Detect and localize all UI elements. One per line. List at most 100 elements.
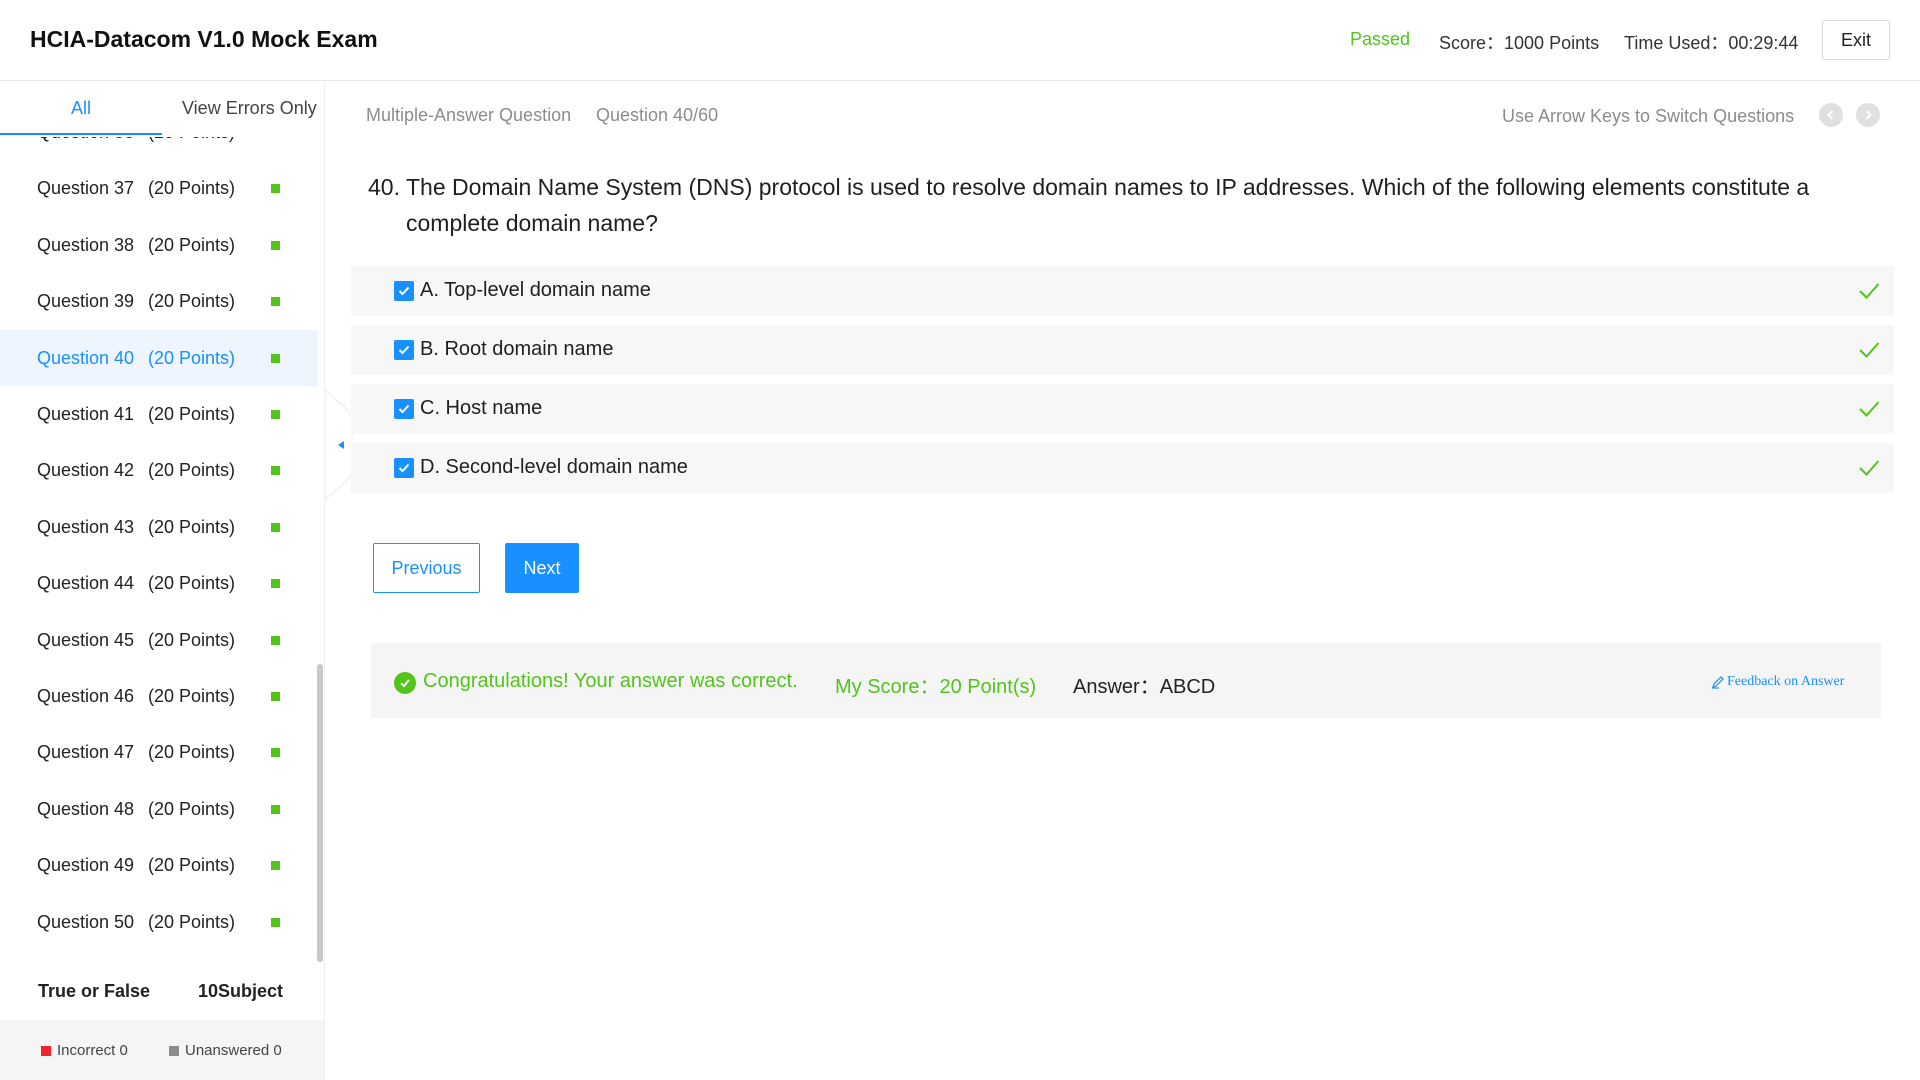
status-correct-icon <box>271 240 280 250</box>
question-nav-points: (20 Points) <box>148 798 236 819</box>
next-button[interactable]: Next <box>505 543 579 593</box>
option-label: C. Host name <box>420 397 543 419</box>
section-count: 10Subject <box>198 981 284 1001</box>
question-navigator: Question 36(20 Points)Question 37(20 Poi… <box>0 81 325 1080</box>
question-nav-number: Question 37 <box>37 178 135 199</box>
status-correct-icon <box>271 579 280 589</box>
question-progress: Question 40/60 <box>596 105 719 125</box>
previous-button[interactable]: Previous <box>373 543 480 593</box>
question-nav-item[interactable]: Question 40 (20 Points) <box>0 329 318 386</box>
status-correct-icon <box>271 748 280 758</box>
section-title: True or False <box>38 981 151 1001</box>
question-nav-item[interactable]: Question 44 (20 Points) <box>0 555 318 611</box>
status-correct-icon <box>271 861 280 871</box>
status-legend: Incorrect 0 Unanswered 0 <box>0 1020 324 1080</box>
chevron-left-icon <box>1827 110 1834 120</box>
status-correct-icon <box>271 410 280 419</box>
status-correct-icon <box>271 297 280 307</box>
unanswered-swatch-icon <box>169 1045 179 1056</box>
question-nav-number: Question 40 <box>37 347 135 368</box>
exam-title: HCIA-Datacom V1.0 Mock Exam <box>30 26 378 52</box>
question-nav-item[interactable]: Question 37 (20 Points) <box>0 160 318 216</box>
question-type: Multiple-Answer Question <box>366 105 572 125</box>
question-nav-points: (20 Points) <box>148 460 236 481</box>
question-nav-points: (20 Points) <box>148 629 236 650</box>
my-score: My Score：20 Point(s) <box>835 676 1037 698</box>
question-nav-number: Question 49 <box>37 855 135 876</box>
question-nav-item[interactable]: Question 41 (20 Points) <box>0 386 318 442</box>
question-nav-points: (20 Points) <box>148 291 236 312</box>
check-circle-icon <box>394 672 416 694</box>
next-question-arrow[interactable] <box>1856 103 1880 127</box>
check-icon <box>1859 401 1880 417</box>
question-nav-number: Question 38 <box>37 234 135 255</box>
question-number: 40. <box>368 174 400 200</box>
edit-icon <box>1712 676 1724 689</box>
question-nav-item[interactable]: Question 48 (20 Points) <box>0 781 318 837</box>
question-nav-item[interactable]: Question 49 (20 Points) <box>0 837 318 893</box>
question-nav-points: (20 Points) <box>148 234 236 255</box>
question-nav-item[interactable]: Question 45 (20 Points) <box>0 612 318 668</box>
question-nav-item[interactable]: Question 43 (20 Points) <box>0 499 318 555</box>
pass-status: Passed <box>1350 29 1411 49</box>
question-nav-number: Question 44 <box>37 573 135 594</box>
status-correct-icon <box>271 522 280 532</box>
check-icon <box>1859 283 1880 299</box>
filter-tabs: All View Errors Only <box>0 81 324 137</box>
question-nav-number: Question 46 <box>37 686 135 706</box>
question-nav-points: (20 Points) <box>148 742 236 763</box>
checkbox-checked-icon[interactable] <box>394 399 414 419</box>
question-nav-points: (20 Points) <box>148 404 236 424</box>
legend-incorrect: Incorrect 0 <box>41 1042 128 1059</box>
question-nav-points: (20 Points) <box>148 855 236 876</box>
legend-unanswered: Unanswered 0 <box>169 1042 282 1059</box>
question-nav-item[interactable]: Question 38 (20 Points) <box>0 217 318 273</box>
option-label: B. Root domain name <box>420 338 614 360</box>
tab-all[interactable]: All <box>71 98 91 119</box>
sidebar-scrollbar[interactable] <box>317 664 323 962</box>
question-nav-number: Question 39 <box>37 291 135 312</box>
correct-answer: Answer：ABCD <box>1073 676 1216 698</box>
checkbox-checked-icon[interactable] <box>394 340 414 360</box>
time-used: Time Used：00:29:44 <box>1624 33 1799 53</box>
question-nav-points: (20 Points) <box>148 686 236 706</box>
incorrect-swatch-icon <box>41 1045 51 1056</box>
prev-question-arrow[interactable] <box>1819 103 1843 127</box>
section-header-true-false[interactable]: True or False 10Subject <box>0 981 318 1021</box>
arrow-key-hint: Use Arrow Keys to Switch Questions <box>1502 106 1795 126</box>
question-nav-points: (20 Points) <box>148 347 236 368</box>
result-message: Congratulations! Your answer was correct… <box>423 670 798 692</box>
answer-option[interactable]: A. Top-level domain name <box>351 266 1894 316</box>
status-correct-icon <box>271 917 280 927</box>
top-bar: HCIA-Datacom V1.0 Mock Exam Passed Score… <box>0 0 1920 81</box>
question-nav-item[interactable]: Question 47 (20 Points) <box>0 724 318 780</box>
answer-result-panel: Congratulations! Your answer was correct… <box>371 643 1881 718</box>
status-correct-icon <box>271 466 280 476</box>
question-nav-number: Question 45 <box>37 629 135 650</box>
answer-option[interactable]: C. Host name <box>351 384 1894 434</box>
question-nav-item[interactable]: Question 50 (20 Points) <box>0 894 318 950</box>
question-stem: 40. The Domain Name System (DNS) protoco… <box>368 169 1818 241</box>
answer-option[interactable]: B. Root domain name <box>351 325 1894 375</box>
check-icon <box>1859 460 1880 476</box>
status-correct-icon <box>271 184 280 194</box>
question-list: Question 36(20 Points)Question 37(20 Poi… <box>0 81 318 951</box>
question-nav-points: (20 Points) <box>148 911 236 932</box>
answer-option[interactable]: D. Second-level domain name <box>351 443 1894 493</box>
tab-view-errors-only[interactable]: View Errors Only <box>182 98 317 119</box>
checkbox-checked-icon[interactable] <box>394 281 414 301</box>
question-nav-points: (20 Points) <box>148 516 236 537</box>
legend-incorrect-label: Incorrect 0 <box>57 1042 128 1059</box>
question-nav-item[interactable]: Question 39 (20 Points) <box>0 273 318 329</box>
question-nav-item[interactable]: Question 42 (20 Points) <box>0 442 318 498</box>
checkbox-checked-icon[interactable] <box>394 458 414 478</box>
status-correct-icon <box>271 692 280 701</box>
feedback-link[interactable]: Feedback on Answer <box>1711 674 1844 690</box>
status-correct-icon <box>271 804 280 814</box>
exit-button[interactable]: Exit <box>1822 20 1890 60</box>
question-body: The Domain Name System (DNS) protocol is… <box>406 174 1810 236</box>
question-nav-points: (20 Points) <box>148 573 236 594</box>
question-nav-item[interactable]: Question 46 (20 Points) <box>0 668 318 724</box>
question-nav-number: Question 48 <box>37 798 135 819</box>
question-nav-number: Question 47 <box>37 742 135 763</box>
